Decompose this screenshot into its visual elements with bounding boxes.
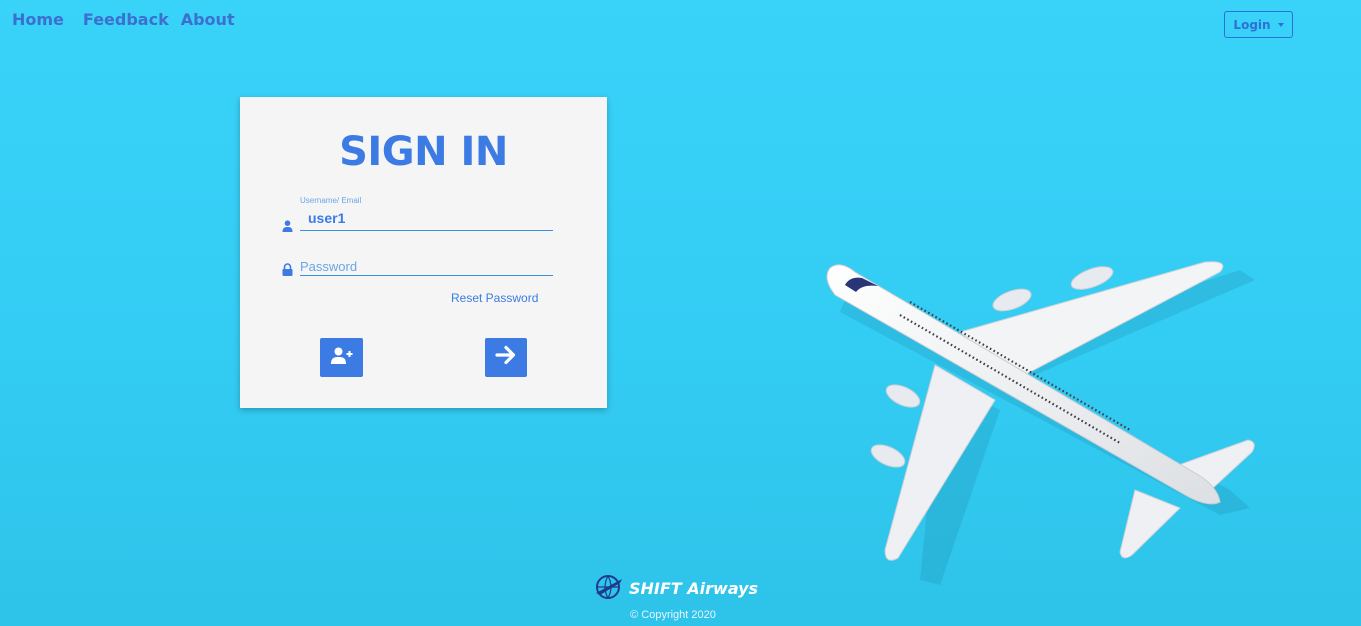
caret-down-icon [1277,22,1284,27]
reset-password-link[interactable]: Reset Password [451,291,538,305]
username-field-wrapper [300,208,561,231]
nav-home-link[interactable]: Home [12,10,64,29]
login-dropdown-label: Login [1233,17,1271,32]
plane-globe-icon [594,571,624,606]
login-dropdown-button[interactable]: Login [1224,11,1293,38]
footer-brand: SHIFT Airways [594,571,758,606]
username-input[interactable] [300,208,561,228]
add-user-icon [330,347,353,369]
nav-about-link[interactable]: About [181,10,235,29]
password-field-wrapper [300,258,553,276]
arrow-right-icon [495,345,517,370]
sign-in-submit-button[interactable] [485,338,527,377]
sign-in-card: SIGN IN Username/ Email Reset Password [240,97,607,408]
register-button[interactable] [320,338,363,377]
top-nav: Home Feedback About [12,10,235,29]
footer-brand-name: SHIFT Airways [629,579,759,598]
airplane-illustration [800,240,1270,590]
sign-in-title: SIGN IN [339,129,508,175]
username-label: Username/ Email [300,196,362,205]
lock-icon [282,263,293,281]
nav-feedback-link[interactable]: Feedback [83,10,169,29]
password-input[interactable] [300,259,553,274]
user-icon [282,219,293,237]
copyright-text: © Copyright 2020 [630,609,716,621]
